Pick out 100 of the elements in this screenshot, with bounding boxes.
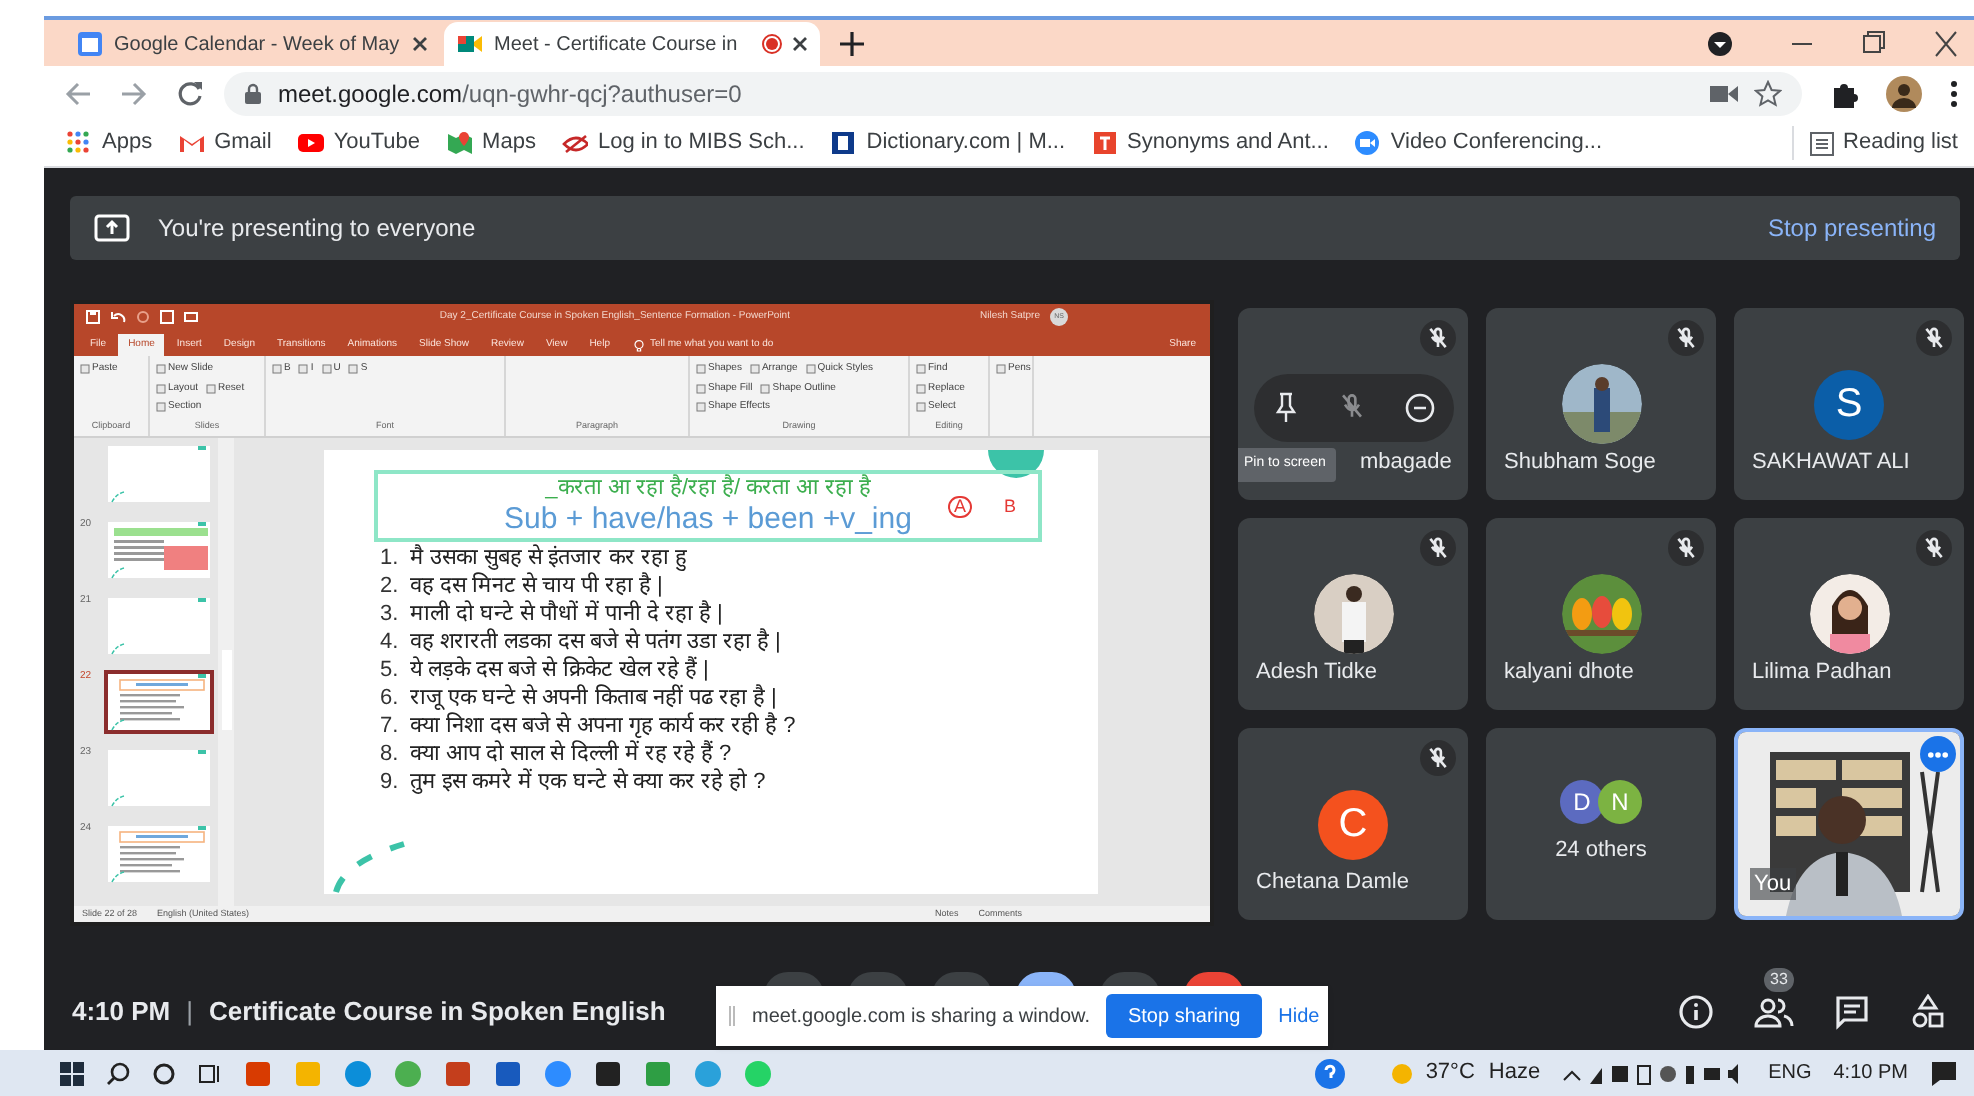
list-icon — [1809, 131, 1834, 155]
more-icon[interactable] — [1950, 79, 1958, 107]
forward-icon[interactable] — [120, 79, 148, 107]
list-number: 8. — [380, 739, 400, 770]
windows-icon[interactable] — [60, 1061, 84, 1085]
remove-icon[interactable] — [1403, 392, 1436, 424]
others-count: 24 others — [1555, 836, 1647, 867]
bookmark[interactable]: YouTube — [297, 126, 421, 160]
bookmark[interactable]: Log in to MIBS Sch... — [561, 126, 805, 160]
list-number: 2. — [380, 571, 400, 602]
participant-name: Adesh Tidke — [1256, 657, 1378, 687]
help-icon[interactable] — [1313, 1057, 1346, 1089]
sentence-text: वह शरारती लडका दस बजे से पतंग उडा रहा है | — [410, 626, 781, 656]
slide-heading: _करता आ रहा है/रहा है/ करता आ रहा है — [545, 476, 871, 502]
search-icon[interactable] — [106, 1061, 130, 1085]
mail-icon — [178, 130, 205, 156]
play-icon — [297, 130, 324, 156]
language-indicator[interactable]: ENG — [1768, 1058, 1812, 1088]
avatar-icon[interactable] — [1886, 75, 1922, 111]
back-icon[interactable] — [64, 79, 92, 107]
chat-icon[interactable] — [1834, 994, 1870, 1030]
task-view-icon[interactable] — [198, 1061, 222, 1085]
participant-name: Lilima Padhan — [1752, 657, 1892, 687]
lightbulb-icon — [633, 339, 644, 351]
hide-link[interactable]: Hide — [1278, 1001, 1320, 1031]
sentence-text: माली दो घन्टे से पौधों में पानी दे रहा है | — [410, 598, 723, 628]
redo-icon[interactable] — [136, 310, 150, 324]
notification-icon[interactable] — [1930, 1059, 1958, 1087]
list-number: 1. — [380, 543, 400, 574]
lock-icon — [244, 82, 262, 104]
url-text: meet.google.com/uqn-gwhr-qcj?authuser=0 — [278, 77, 744, 111]
participant-name: Shubham Soge — [1504, 447, 1656, 477]
banner-text: You're presenting to everyone — [158, 212, 478, 246]
stop-presenting-link[interactable]: Stop presenting — [1767, 210, 1936, 246]
avatar-initial: D — [1560, 780, 1604, 825]
handwritten-mark: A — [948, 496, 973, 518]
stop-sharing-button[interactable]: Stop sharing — [1105, 994, 1263, 1038]
eye-icon — [561, 130, 588, 156]
command-icon — [321, 364, 332, 375]
bookmark[interactable]: Apps — [66, 126, 153, 160]
info-icon[interactable] — [1678, 994, 1714, 1030]
list-number: 6. — [380, 683, 400, 714]
formula-text: Sub + have/has + been +v_ing — [504, 502, 912, 536]
command-icon — [298, 364, 309, 375]
undo-icon[interactable] — [110, 310, 126, 324]
close-icon[interactable] — [792, 36, 808, 52]
participant-name: kalyani dhote — [1504, 657, 1634, 687]
bookmark[interactable]: Maps — [446, 126, 536, 160]
command-icon — [805, 364, 816, 375]
slide-thumbnail[interactable] — [104, 670, 214, 734]
bookmark[interactable]: Synonyms and Ant... — [1091, 126, 1329, 160]
separator: | — [186, 994, 194, 1031]
sentence-text: ये लड़के दस बजे से क्रिकेट खेल रहे हैं | — [410, 654, 709, 684]
shapes-icon[interactable] — [1910, 994, 1946, 1030]
temperature: 37°C — [1425, 1058, 1475, 1089]
square-icon — [1091, 130, 1118, 156]
browser-tab[interactable]: Meet - Certificate Course in — [444, 22, 820, 66]
slide-preview-drawing — [108, 522, 214, 582]
sentence-text: क्या आप दो साल से दिल्ली में रह रहे हैं ? — [410, 738, 732, 768]
calendar-icon — [76, 30, 104, 58]
participant-name: You — [1750, 867, 1796, 900]
drag-handle-icon[interactable] — [728, 1006, 736, 1026]
meeting-title: Certificate Course in Spoken English — [209, 994, 666, 1031]
camera-icon[interactable] — [1710, 83, 1738, 103]
reading-list-button[interactable]: Reading list — [1791, 126, 1958, 160]
list-number: 9. — [380, 767, 400, 798]
command-icon — [80, 364, 90, 375]
command-icon — [272, 364, 282, 375]
avatar-initial: S — [1814, 369, 1884, 439]
clock[interactable]: 4:10 PM — [1833, 1058, 1908, 1088]
sentence-text: मै उसका सुबह से इंतजार कर रहा हु — [410, 542, 687, 572]
puzzle-icon[interactable] — [1830, 79, 1858, 107]
book-icon — [830, 130, 857, 156]
video-camera-icon — [456, 30, 484, 58]
sentence-text: राजू एक घन्टे से अपनी किताब नहीं पढ रहा है | — [410, 682, 777, 712]
avatar-initial: N — [1598, 780, 1642, 825]
save-icon[interactable] — [86, 310, 100, 324]
browser-tab[interactable]: Google Calendar - Week of May — [64, 22, 440, 66]
more-icon — [1928, 751, 1948, 757]
participant-count-badge: 33 — [1764, 968, 1794, 992]
bookmark[interactable]: Gmail — [178, 126, 272, 160]
apps-icon — [66, 130, 92, 156]
bookmark[interactable]: Dictionary.com | M... — [830, 126, 1066, 160]
address-bar[interactable]: meet.google.com/uqn-gwhr-qcj?authuser=0 — [224, 71, 1802, 115]
command-icon — [996, 364, 1006, 375]
pin-icon[interactable] — [1272, 392, 1301, 424]
bookmark[interactable]: Video Conferencing... — [1354, 126, 1603, 160]
weather-condition: Haze — [1488, 1058, 1541, 1089]
participant-name: SAKHAWAT ALI — [1752, 447, 1910, 477]
command-icon — [206, 383, 217, 394]
list-number: 5. — [380, 655, 400, 686]
app-icon[interactable] — [594, 1059, 622, 1087]
people-icon[interactable] — [1754, 994, 1794, 1030]
list-number: 4. — [380, 627, 400, 658]
close-icon[interactable] — [412, 36, 428, 52]
reload-icon[interactable] — [176, 79, 204, 107]
cortana-icon[interactable] — [152, 1061, 176, 1085]
video-camera-icon — [1354, 130, 1381, 156]
sentence-text: वह दस मिनट से चाय पी रहा है | — [410, 570, 663, 600]
star-icon[interactable] — [1754, 79, 1782, 107]
